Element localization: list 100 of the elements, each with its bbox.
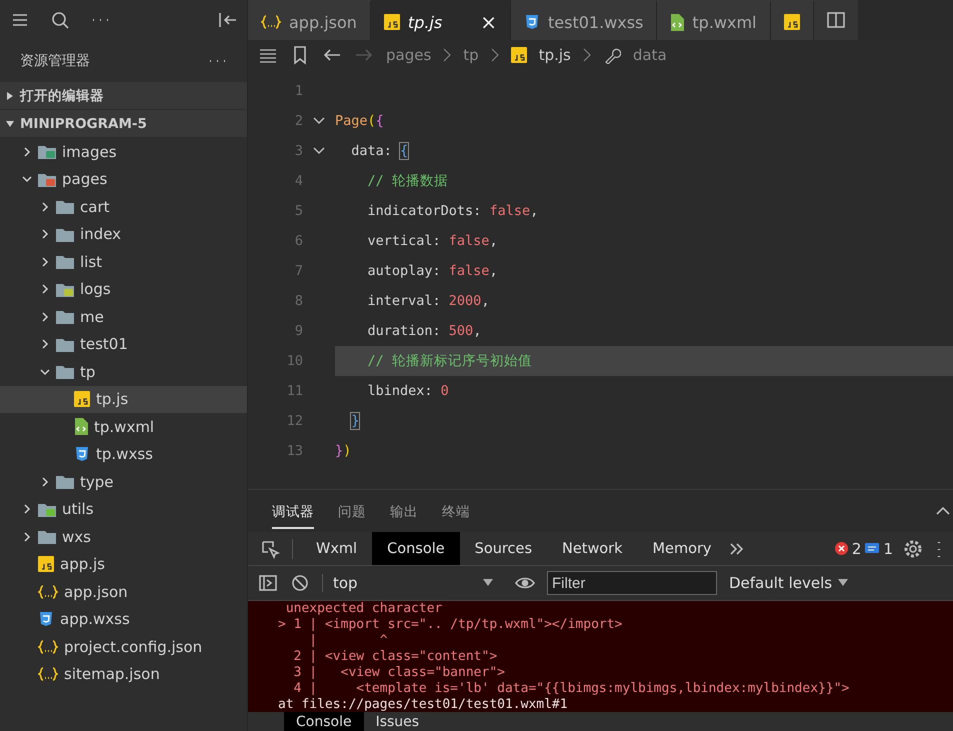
folder-icon	[56, 282, 74, 297]
folder-item[interactable]: wxs	[0, 523, 247, 550]
chevron-right-icon	[40, 339, 50, 350]
folder-item[interactable]: cart	[0, 193, 247, 220]
file-name: logs	[80, 280, 111, 298]
chevron-right-icon	[40, 312, 50, 322]
chevron-right-icon	[40, 256, 50, 267]
context-dropdown[interactable]: top	[322, 574, 503, 592]
breadcrumb-item[interactable]: data	[632, 46, 667, 64]
caret-down-icon	[6, 120, 14, 128]
devtools-tab[interactable]: Network	[547, 532, 638, 565]
file-item[interactable]: app.js	[0, 550, 247, 578]
wrench-icon[interactable]	[602, 46, 621, 64]
folder-icon	[38, 502, 56, 517]
folder-item[interactable]: logs	[0, 276, 247, 303]
braces-icon	[261, 15, 281, 29]
clear-console-icon[interactable]	[290, 573, 310, 593]
code-text: // 轮播数据	[366, 172, 448, 190]
breadcrumb-item[interactable]: tp.js	[538, 46, 571, 64]
editor-tab[interactable]: app.json	[248, 0, 371, 40]
console-tab[interactable]: Issues	[364, 712, 432, 731]
line-number: 4	[294, 173, 303, 189]
line-number: 8	[294, 293, 303, 309]
explorer-title: 资源管理器	[20, 52, 90, 70]
panel-tab[interactable]: 问题	[338, 493, 366, 529]
breadcrumb-item[interactable]: pages	[386, 46, 432, 64]
folder-item[interactable]: me	[0, 303, 247, 330]
folder-icon	[56, 254, 74, 270]
file-item[interactable]: app.wxss	[0, 606, 247, 633]
folder-item[interactable]: index	[0, 220, 247, 248]
file-name: app.json	[64, 582, 128, 601]
line-number: 2	[294, 113, 303, 129]
section-header[interactable]: 打开的编辑器	[0, 82, 247, 109]
js-file-icon	[384, 14, 400, 30]
folder-icon	[56, 364, 74, 380]
file-item[interactable]: project.config.json	[0, 633, 247, 660]
file-item[interactable]: app.json	[0, 578, 247, 606]
file-name: tp	[80, 362, 96, 381]
folder-item[interactable]: type	[0, 468, 247, 496]
devtools-tab[interactable]: Sources	[460, 532, 547, 565]
split-editor-icon[interactable]	[826, 10, 846, 30]
search-icon[interactable]	[50, 10, 70, 30]
file-item[interactable]: tp.wxml	[0, 413, 247, 440]
line-number: 13	[286, 443, 303, 459]
section-header[interactable]: MINIPROGRAM-5	[0, 110, 247, 137]
collapse-panel-icon[interactable]	[217, 10, 237, 30]
file-name: images	[62, 142, 117, 161]
code-file-icon	[74, 418, 88, 436]
devtools-tab[interactable]: Memory	[638, 532, 727, 565]
folder-item[interactable]: pages	[0, 166, 247, 193]
error-line: > 1 | <import src=".. /tp/tp.wxml"></import>	[278, 617, 624, 633]
line-number: 7	[294, 263, 303, 279]
braces-icon	[38, 640, 58, 654]
devtools-tab[interactable]: Wxml	[301, 532, 372, 565]
error-line: 4 | <template is='lb' data="{{lbimgs:mylbimgs,lbindex:mylbindex}}">	[292, 681, 850, 697]
line-number: 12	[286, 413, 303, 429]
filter-input[interactable]: Filter	[547, 571, 717, 595]
folder-item[interactable]: list	[0, 248, 247, 276]
inspect-icon[interactable]	[260, 538, 280, 558]
folder-icon	[56, 474, 74, 490]
close-icon[interactable]: ×	[480, 10, 497, 34]
js-file-icon	[74, 391, 90, 408]
dropdown-triangle-icon	[483, 579, 493, 587]
css-file-icon	[74, 446, 90, 462]
folder-icon	[38, 144, 56, 160]
line-number: 11	[286, 383, 303, 399]
console-tab[interactable]: Console	[284, 712, 364, 731]
line-number: 10	[286, 353, 303, 369]
sidebar-toggle-icon[interactable]	[258, 573, 278, 593]
folder-item[interactable]: images	[0, 138, 247, 166]
editor-tab[interactable]: test01.wxss	[510, 0, 658, 40]
line-number: 9	[294, 323, 303, 339]
file-name: utils	[62, 500, 94, 518]
fold-chevron-icon[interactable]	[313, 117, 325, 125]
folder-icon	[56, 199, 74, 214]
chevron-right-icon	[443, 48, 452, 62]
fold-chevron-icon[interactable]	[313, 147, 325, 155]
chevron-right-icon	[40, 284, 50, 294]
panel-tab[interactable]: 输出	[390, 493, 418, 529]
folder-item[interactable]: utils	[0, 496, 247, 523]
file-name: tp.js	[96, 390, 128, 408]
js-file-icon	[38, 556, 54, 572]
code-text: indicatorDots: false,	[366, 203, 538, 219]
file-name: app.js	[60, 555, 105, 574]
folder-item[interactable]: tp	[0, 358, 247, 386]
chevron-right-icon	[22, 146, 32, 157]
file-item[interactable]: sitemap.json	[0, 660, 247, 688]
file-item[interactable]: tp.wxss	[0, 440, 247, 468]
file-item[interactable]: tp.js	[0, 386, 247, 413]
message-badge-icon	[865, 542, 880, 554]
breadcrumb-item[interactable]: tp	[463, 46, 479, 64]
panel-tab[interactable]: 调试器	[272, 493, 314, 529]
settings-icon[interactable]	[903, 538, 923, 558]
folder-item[interactable]: test01	[0, 330, 247, 358]
editor-tab[interactable]	[770, 0, 814, 40]
devtools-tab[interactable]: Console	[372, 532, 460, 565]
editor-tab[interactable]: tp.wxml	[657, 0, 770, 40]
file-name: tp.wxss	[96, 445, 153, 464]
levels-dropdown[interactable]: Default levels	[729, 574, 848, 592]
panel-tab[interactable]: 终端	[442, 493, 470, 529]
